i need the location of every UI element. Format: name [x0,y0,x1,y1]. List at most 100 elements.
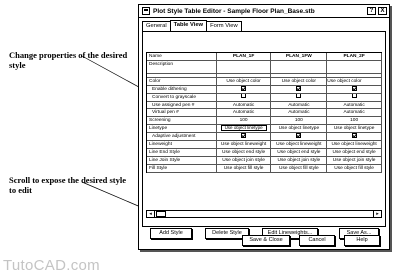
grid-cell[interactable]: 100 [327,117,382,125]
grid-row-convert-grayscale: Convert to grayscale [147,93,382,102]
grid-cell[interactable]: Use object fill style [217,164,272,172]
row-label: Lineweight [147,141,217,148]
grid-spacer-cell [147,73,217,77]
row-label: Color [147,77,217,85]
help-icon[interactable]: ? [367,7,376,15]
grid-row-virtual-pen: Virtual pen # Automatic Automatic Automa… [147,109,382,118]
grid-header-row: Name PLAN_1F PLAN_1FW PLAN_2F [147,53,382,61]
row-label: Linetype [147,125,217,133]
row-label: Virtual pen # [147,109,217,117]
row-label: Enable dithering [147,85,217,93]
dithering-checkbox[interactable] [241,85,247,91]
grid-row-linetype: Linetype Use object linetype Use object … [147,125,382,134]
grid-cell[interactable]: 100 [217,117,272,125]
column-header-plan-1fw[interactable]: PLAN_1FW [271,53,328,60]
row-label: Adaptive adjustment [147,133,217,141]
tab-table-view[interactable]: Table View [169,20,208,31]
save-close-button[interactable]: Save & Close [242,235,290,246]
grid-cell[interactable]: Use object join style [217,156,272,164]
grid-cell[interactable]: Use object end style [327,148,382,156]
row-label: Convert to grayscale [147,93,217,101]
adaptive-checkbox[interactable] [296,133,302,138]
row-label: Description [147,60,217,73]
grid-spacer-cell [271,73,328,77]
grid-cell[interactable]: Automatic [271,101,328,109]
grid-row-use-assigned-pen: Use assigned pen # Automatic Automatic A… [147,101,382,110]
grid-cell [217,133,272,141]
grid-row-line-end-style: Line End Style Use object end style Use … [147,148,382,157]
help-button[interactable]: Help [344,235,380,246]
scroll-right-icon[interactable]: ▸ [373,211,381,217]
grid-cell[interactable]: Use object end style [217,148,272,156]
grayscale-checkbox[interactable] [351,93,357,99]
scrollbar-thumb[interactable] [156,211,166,217]
grid-row-enable-dithering: Enable dithering [147,85,382,94]
plot-style-table-editor-dialog: Plot Style Table Editor - Sample Floor P… [138,4,390,250]
grid-cell[interactable]: Automatic [271,109,328,117]
row-label: Use assigned pen # [147,101,217,109]
dithering-checkbox[interactable] [296,85,302,91]
column-header-plan-1f[interactable]: PLAN_1F [217,53,272,60]
grid-cell[interactable]: Automatic [327,101,382,109]
grid-cell [271,85,328,93]
adaptive-checkbox[interactable] [351,133,357,138]
style-grid: Name PLAN_1F PLAN_1FW PLAN_2F Descriptio… [146,52,382,173]
grid-cell[interactable]: 100 [271,117,328,125]
column-header-plan-2f[interactable]: PLAN_2F [327,53,382,60]
grid-cell [271,93,328,101]
grid-cell[interactable]: Use object linetype [327,125,382,133]
grid-cell[interactable]: Use object lineweight [327,141,382,148]
grid-cell [327,133,382,141]
row-label: Line Join Style [147,156,217,164]
grid-row-fill-style: Fill Style Use object fill style Use obj… [147,164,382,173]
grid-cell[interactable]: Use object color [327,77,382,85]
grayscale-checkbox[interactable] [241,93,247,99]
grid-row-color: Color Use object color Use object color … [147,77,382,86]
watermark-text: TutoCAD.com [3,257,100,274]
grid-cell[interactable]: Use object lineweight [271,141,328,148]
tab-form-view[interactable]: Form View [206,21,242,31]
annotation-change-properties: Change properties of the desired style [9,50,128,70]
grid-cell[interactable]: Use object fill style [271,164,328,172]
grid-cell [217,93,272,101]
grid-cell[interactable]: Use object end style [271,148,328,156]
tab-general[interactable]: General [142,21,171,31]
grid-cell [327,93,382,101]
tab-strip: General Table View Form View [142,20,242,31]
grid-row-line-join-style: Line Join Style Use object join style Us… [147,156,382,165]
grid-spacer-cell [217,73,272,77]
window-title: Plot Style Table Editor - Sample Floor P… [153,7,315,15]
grid-cell[interactable]: Automatic [327,109,382,117]
grid-cell[interactable]: Use object lineweight [217,141,272,148]
linetype-field[interactable]: Use object linetype [220,125,267,131]
adaptive-checkbox[interactable] [241,133,247,138]
grid-cell[interactable]: Use object color [271,77,328,85]
grid-cell[interactable]: Use object fill style [327,164,382,172]
grid-name-label: Name [147,53,217,60]
row-label: Fill Style [147,164,217,172]
grid-cell[interactable]: Use object join style [327,156,382,164]
grid-cell[interactable]: Automatic [217,101,272,109]
grid-cell[interactable]: Use object color [217,77,272,85]
grid-row-lineweight: Lineweight Use object lineweight Use obj… [147,141,382,149]
row-label: Line End Style [147,148,217,156]
grid-cell[interactable]: Use object linetype [271,125,328,133]
horizontal-scrollbar[interactable]: ◂ ▸ [146,210,382,218]
grid-cell[interactable] [217,60,272,73]
grid-row-adaptive-adjustment: Adaptive adjustment [147,133,382,142]
grid-cell [271,133,328,141]
grid-cell[interactable] [327,60,382,73]
grid-row-screening: Screening 100 100 100 [147,117,382,126]
close-icon[interactable]: X [378,7,387,15]
grid-cell[interactable] [271,60,328,73]
dithering-checkbox[interactable] [351,85,357,91]
title-bar: Plot Style Table Editor - Sample Floor P… [139,5,389,18]
scroll-left-icon[interactable]: ◂ [147,211,155,217]
annotation-scroll-expose: Scroll to expose the desired style to ed… [9,175,127,195]
grid-cell: Use object linetype [217,125,272,133]
grid-cell[interactable]: Automatic [217,109,272,117]
grid-cell[interactable]: Use object join style [271,156,328,164]
add-style-button[interactable]: Add Style [150,228,192,239]
grayscale-checkbox[interactable] [296,93,302,99]
cancel-button[interactable]: Cancel [299,235,335,246]
